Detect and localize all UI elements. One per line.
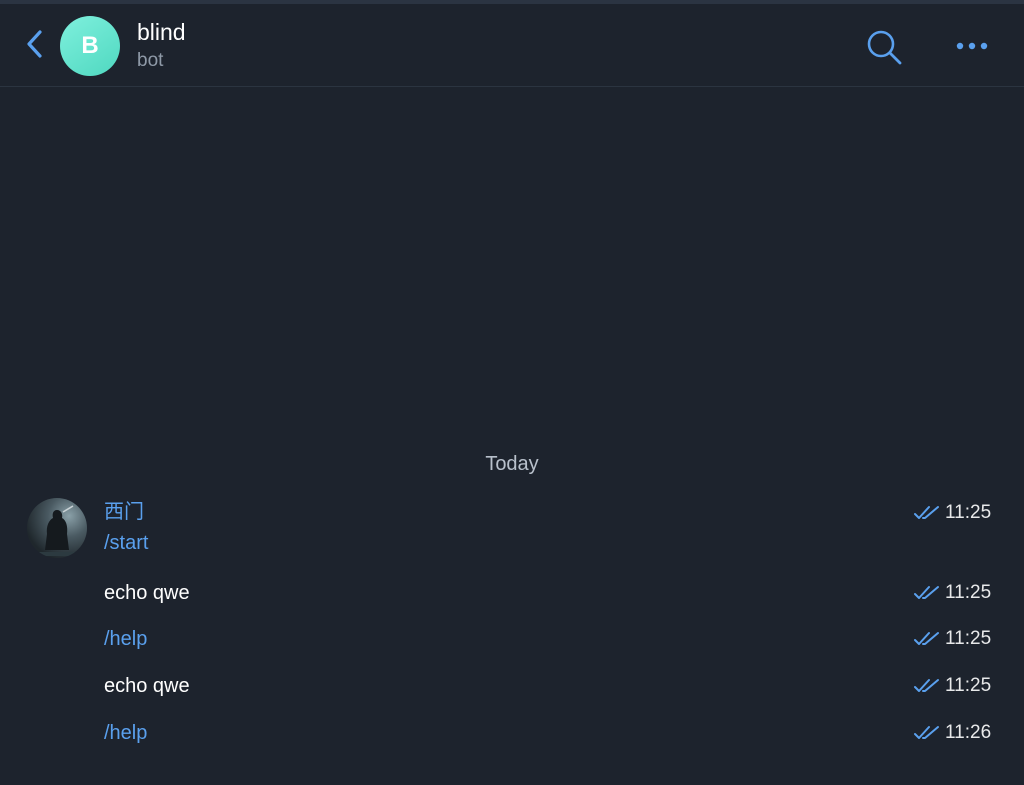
sender-avatar[interactable] bbox=[27, 498, 87, 558]
search-icon bbox=[867, 30, 902, 65]
message-time: 11:25 bbox=[945, 502, 992, 523]
message-text-4: echo qwe bbox=[104, 675, 190, 697]
chat-header: B blind bot bbox=[0, 4, 1024, 87]
message-time: 11:25 bbox=[945, 628, 992, 649]
double-check-icon bbox=[914, 632, 939, 645]
double-check-icon bbox=[914, 726, 939, 739]
double-check-icon bbox=[914, 679, 939, 692]
back-button[interactable] bbox=[20, 26, 48, 62]
chat-subtitle: bot bbox=[137, 50, 164, 71]
chevron-left-icon bbox=[27, 30, 42, 58]
message-meta-3: 11:25 bbox=[914, 626, 1004, 652]
avatar-letter: B bbox=[81, 32, 99, 59]
message-text-3[interactable]: /help bbox=[104, 626, 147, 652]
double-check-icon bbox=[914, 586, 939, 599]
message-text-1[interactable]: /start bbox=[104, 530, 148, 556]
message-time: 11:25 bbox=[945, 582, 992, 603]
date-separator: Today bbox=[485, 453, 539, 475]
search-button[interactable] bbox=[864, 28, 904, 68]
message-text-2: echo qwe bbox=[104, 582, 190, 604]
message-time: 11:25 bbox=[945, 675, 992, 696]
message-text-5[interactable]: /help bbox=[104, 720, 147, 746]
sender-avatar-image bbox=[37, 505, 77, 556]
message-meta-4: 11:25 bbox=[914, 673, 1004, 699]
more-horizontal-icon bbox=[956, 42, 988, 50]
double-check-icon bbox=[914, 506, 939, 519]
message-meta-1: 11:25 bbox=[914, 500, 1004, 526]
chat-title[interactable]: blind bbox=[137, 18, 186, 46]
message-meta-2: 11:25 bbox=[914, 580, 1004, 606]
message-time: 11:26 bbox=[945, 722, 992, 743]
more-button[interactable] bbox=[952, 34, 992, 58]
sender-name[interactable]: 西门 bbox=[104, 499, 144, 525]
message-meta-5: 11:26 bbox=[914, 720, 1004, 746]
chat-avatar[interactable]: B bbox=[60, 16, 120, 76]
